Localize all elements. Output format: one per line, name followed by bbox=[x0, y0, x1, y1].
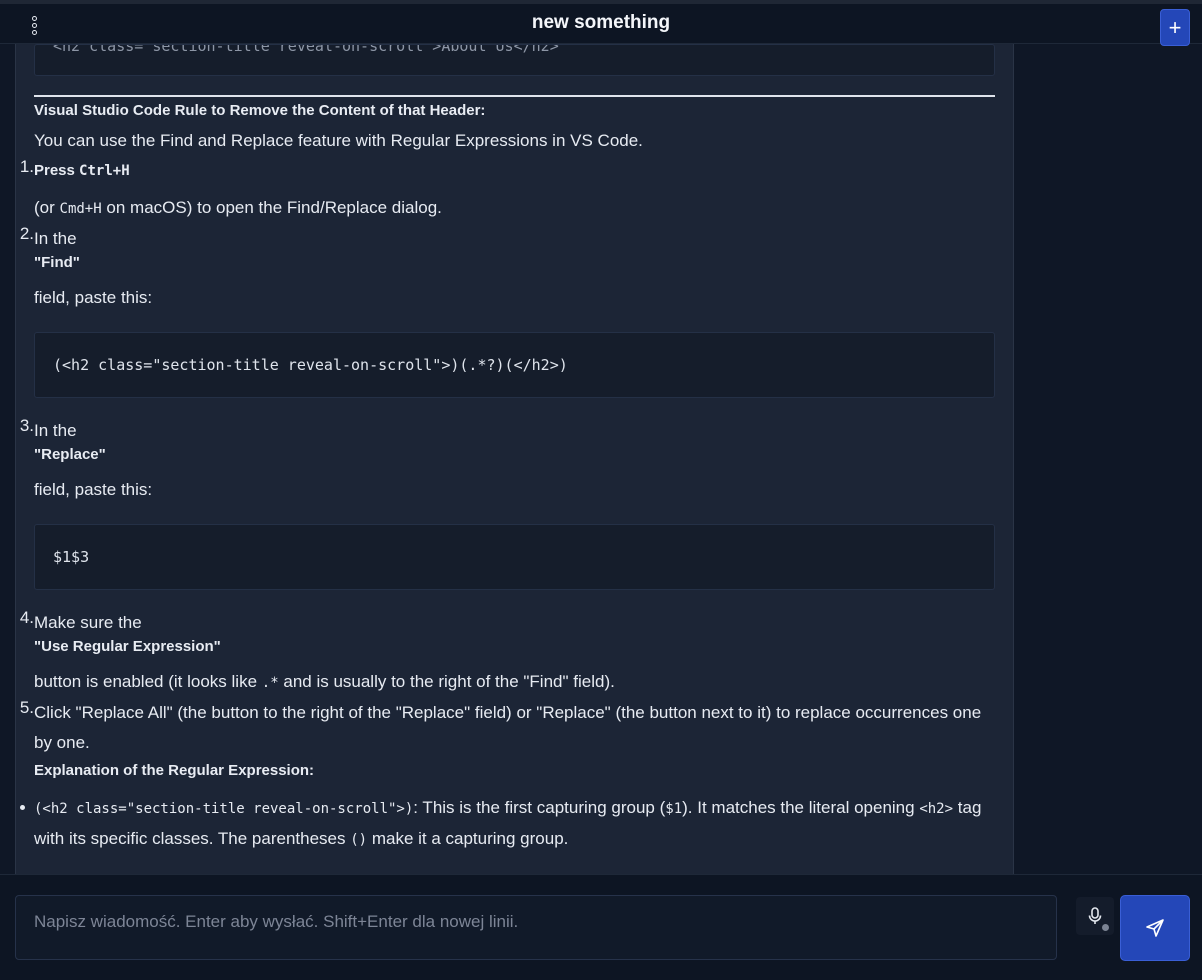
list-number: 2. bbox=[19, 224, 34, 243]
inline-code: .* bbox=[261, 675, 279, 691]
code-block: (<h2 class="section-title reveal-on-scro… bbox=[34, 332, 995, 398]
inline-code: (<h2 class="section-title reveal-on-scro… bbox=[34, 801, 414, 817]
bullet-text: : This is the first capturing group ( bbox=[413, 798, 666, 817]
list-item: 1. Press Ctrl+H (or Cmd+H on macOS) to o… bbox=[20, 156, 995, 224]
list-item: 3. In the "Replace" field, paste this: $… bbox=[20, 416, 995, 590]
inline-code: $1 bbox=[665, 801, 683, 817]
keyboard-shortcut: Cmd+H bbox=[59, 201, 102, 217]
step-text: Press bbox=[34, 162, 75, 179]
bullet-item: (<h2 class="section-title reveal-on-scro… bbox=[20, 793, 995, 855]
assistant-message: <h2 class="section-title reveal-on-scrol… bbox=[15, 44, 1014, 874]
step-text: and is usually to the right of the "Find… bbox=[283, 672, 615, 691]
section-heading: Explanation of the Regular Expression: bbox=[34, 762, 315, 779]
step-text: In the bbox=[34, 421, 77, 440]
list-number: 5. bbox=[19, 698, 34, 717]
paragraph: (<h2 class="section-title reveal-on-scro… bbox=[34, 793, 995, 855]
chat-scroll-area[interactable]: <h2 class="section-title reveal-on-scrol… bbox=[0, 44, 1202, 874]
step-text: field, paste this: bbox=[34, 288, 153, 307]
code-block: $1$3 bbox=[34, 524, 995, 590]
bullet-dot bbox=[20, 805, 25, 810]
step-text: on macOS) to open the Find/Replace dialo… bbox=[106, 198, 442, 217]
top-bar: new something + bbox=[0, 0, 1202, 46]
step-bold: "Use Regular Expression" bbox=[34, 638, 221, 655]
paragraph: You can use the Find and Replace feature… bbox=[34, 131, 643, 150]
step-text: Make sure the bbox=[34, 613, 142, 632]
list-item: 5. Click "Replace All" (the button to th… bbox=[20, 698, 995, 758]
bullet-text: ). It matches the literal opening bbox=[682, 798, 915, 817]
new-chat-button[interactable]: + bbox=[1160, 9, 1190, 46]
send-button[interactable] bbox=[1120, 895, 1190, 961]
list-item: 2. In the "Find" field, paste this: (<h2… bbox=[20, 224, 995, 398]
code-text: $1$3 bbox=[53, 548, 90, 566]
paragraph: button is enabled (it looks like .* and … bbox=[34, 667, 995, 698]
step-text: In the bbox=[34, 229, 77, 248]
inline-code: () bbox=[350, 832, 368, 848]
list-number: 1. bbox=[19, 157, 34, 176]
step-text: (or bbox=[34, 198, 55, 217]
list-number: 3. bbox=[19, 416, 34, 435]
send-icon bbox=[1146, 919, 1164, 937]
paragraph: (or Cmd+H on macOS) to open the Find/Rep… bbox=[34, 193, 995, 224]
step-bold: "Replace" bbox=[34, 446, 106, 463]
bullet-text: make it a capturing group. bbox=[371, 829, 569, 848]
mic-status-dot bbox=[1102, 924, 1109, 931]
step-text: Click "Replace All" (the button to the r… bbox=[34, 703, 982, 752]
step-text: button is enabled (it looks like bbox=[34, 672, 258, 691]
step-bold: "Find" bbox=[34, 254, 80, 271]
step-text: field, paste this: bbox=[34, 480, 153, 499]
list-item: 4. Make sure the "Use Regular Expression… bbox=[20, 608, 995, 698]
microphone-icon bbox=[1088, 907, 1102, 924]
code-text: (<h2 class="section-title reveal-on-scro… bbox=[53, 356, 568, 374]
composer-bar bbox=[0, 874, 1202, 980]
microphone-button[interactable] bbox=[1076, 897, 1114, 935]
message-input[interactable] bbox=[15, 895, 1057, 960]
code-block: <h2 class="section-title reveal-on-scrol… bbox=[34, 44, 995, 76]
divider bbox=[34, 95, 995, 97]
step-bold: Press Ctrl+H bbox=[34, 156, 995, 186]
chat-title: new something bbox=[531, 12, 671, 33]
inline-code: <h2> bbox=[919, 801, 954, 817]
code-text: <h2 class="section-title reveal-on-scrol… bbox=[53, 44, 559, 55]
keyboard-shortcut: Ctrl+H bbox=[79, 163, 130, 179]
section-heading: Visual Studio Code Rule to Remove the Co… bbox=[34, 102, 486, 119]
list-number: 4. bbox=[19, 608, 34, 627]
